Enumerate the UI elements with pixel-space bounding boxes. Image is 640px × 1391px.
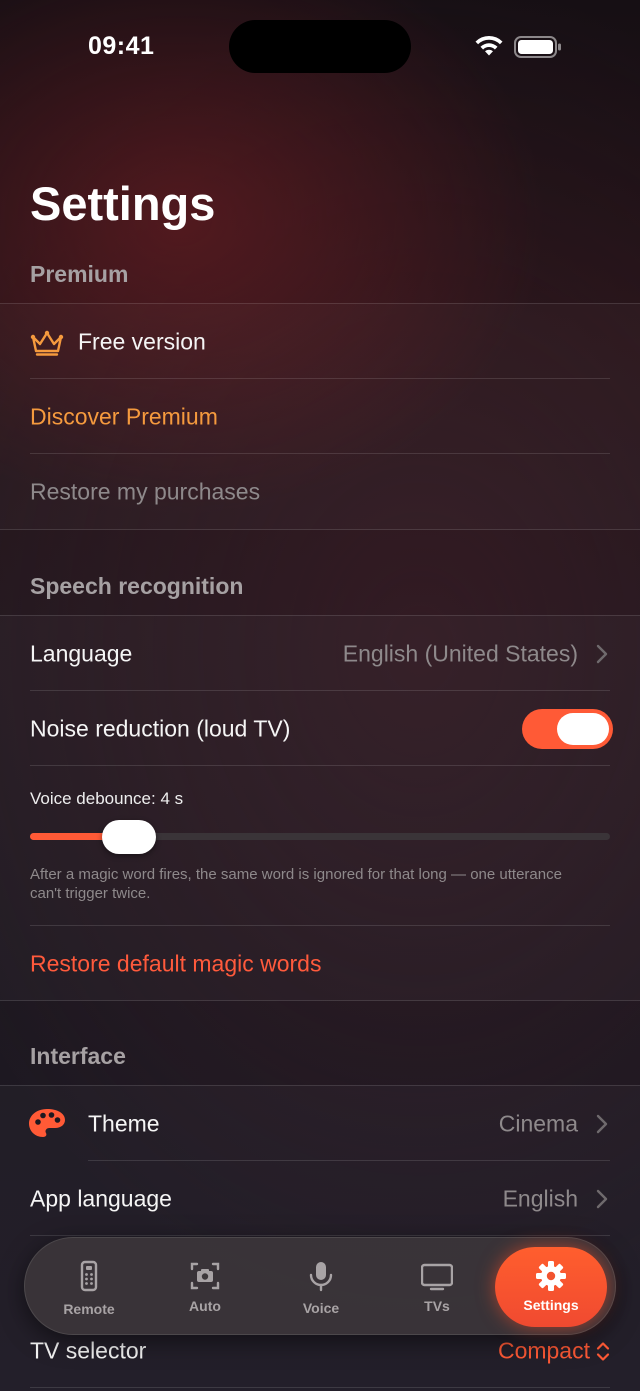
chevron-right-icon (596, 1114, 608, 1133)
tv-icon (421, 1263, 453, 1291)
app-language-label: App language (30, 1185, 172, 1211)
chevron-right-icon (596, 1189, 608, 1208)
language-value: English (United States) (342, 640, 578, 666)
wifi-icon (475, 35, 503, 56)
free-version-label: Free version (78, 328, 206, 354)
tab-label: Auto (189, 1298, 221, 1314)
tab-label: Remote (63, 1301, 115, 1317)
tv-selector-picker[interactable]: Compact (498, 1337, 610, 1364)
microphone-icon (309, 1262, 333, 1292)
tab-auto[interactable]: Auto (149, 1238, 261, 1336)
noise-reduction-row: Noise reduction (loud TV) (0, 691, 640, 766)
noise-reduction-toggle[interactable] (522, 708, 613, 749)
theme-value: Cinema (498, 1110, 578, 1136)
tab-label: Voice (302, 1300, 340, 1316)
tab-voice[interactable]: Voice (265, 1238, 377, 1336)
dynamic-island (229, 20, 411, 73)
gear-icon (536, 1261, 566, 1291)
language-row[interactable]: Language English (United States) (0, 616, 640, 691)
page-title: Settings (30, 177, 216, 230)
battery-icon (514, 36, 561, 58)
restore-magic-words-link[interactable]: Restore default magic words (30, 950, 321, 977)
crown-icon (30, 330, 64, 356)
restore-purchases-row[interactable]: Restore my purchases (0, 454, 640, 529)
tab-settings[interactable]: Settings (495, 1247, 607, 1327)
section-header-interface: Interface (30, 1043, 126, 1069)
noise-reduction-label: Noise reduction (loud TV) (30, 715, 291, 741)
restore-magic-words-row[interactable]: Restore default magic words (0, 926, 640, 1001)
voice-debounce-label: Voice debounce: 4 s (30, 789, 184, 808)
palette-icon (29, 1109, 65, 1137)
remote-icon (80, 1260, 98, 1292)
chevron-up-down-icon (596, 1342, 610, 1362)
app-language-row[interactable]: App language English (0, 1161, 640, 1236)
tab-remote[interactable]: Remote (33, 1238, 145, 1336)
separator (30, 1387, 610, 1388)
status-time: 09:41 (88, 32, 155, 60)
tab-bar: Remote Auto Voice TVs Settings (24, 1237, 616, 1335)
tv-selector-label: TV selector (30, 1337, 147, 1363)
app-language-value: English (502, 1185, 578, 1211)
camera-scan-icon (190, 1262, 220, 1290)
section-header-speech: Speech recognition (30, 573, 244, 599)
chevron-right-icon (596, 644, 608, 663)
status-bar: 09:41 (0, 0, 640, 95)
toggle-knob (557, 712, 609, 745)
voice-debounce-help: After a magic word fires, the same word … (30, 866, 562, 902)
tab-label: TVs (424, 1298, 450, 1314)
tab-label: Settings (523, 1297, 579, 1313)
voice-debounce-slider-thumb[interactable] (101, 820, 156, 854)
section-header-premium: Premium (30, 261, 129, 287)
theme-row[interactable]: Theme Cinema (0, 1086, 640, 1161)
discover-premium-row[interactable]: Discover Premium (0, 379, 640, 454)
tv-selector-value: Compact (497, 1337, 590, 1363)
theme-label: Theme (88, 1110, 160, 1136)
discover-premium-link[interactable]: Discover Premium (30, 403, 218, 430)
free-version-row: Free version (0, 304, 640, 379)
language-label: Language (30, 640, 133, 666)
restore-purchases-link[interactable]: Restore my purchases (30, 478, 260, 505)
tab-tvs[interactable]: TVs (381, 1238, 493, 1336)
